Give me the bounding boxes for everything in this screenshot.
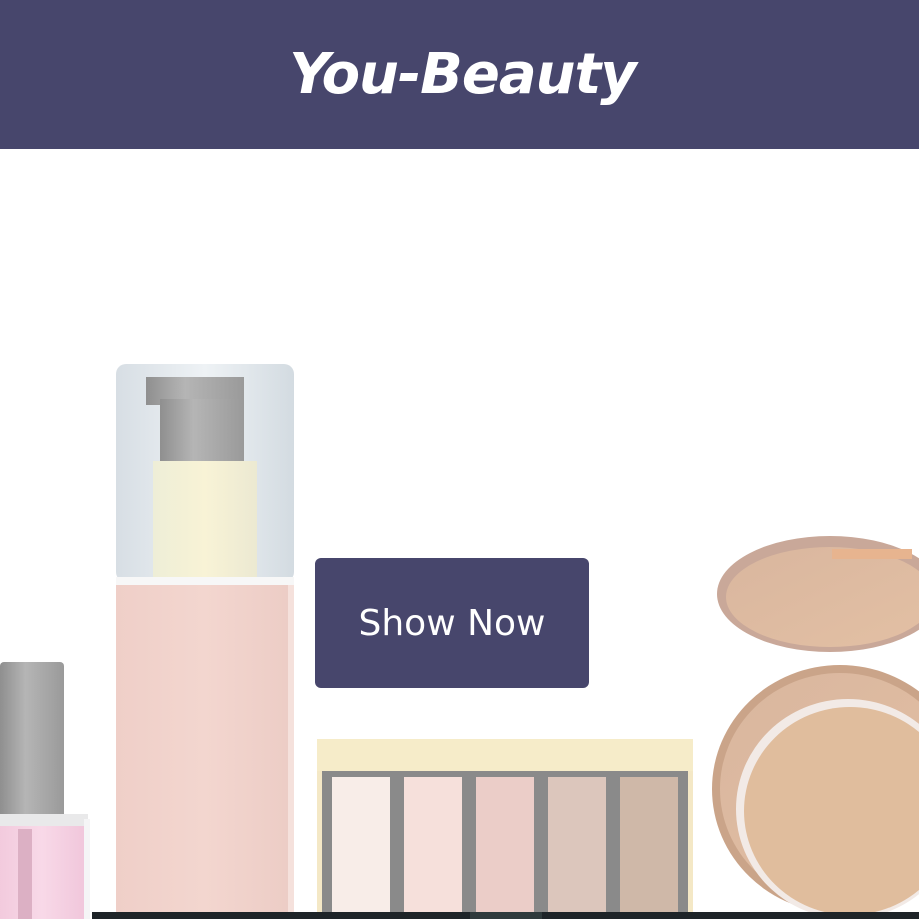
page: You-Beauty Show Now [0,0,919,919]
hero-banner [0,149,919,919]
compact-powder-icon [712,536,919,919]
site-header: You-Beauty [0,0,919,149]
show-now-button[interactable]: Show Now [315,558,589,688]
brand-logo-text[interactable]: You-Beauty [289,42,637,107]
scrollbar-thumb[interactable] [470,912,542,919]
foundation-bottle-icon [116,364,294,919]
eyeshadow-palette-icon [317,739,693,919]
nail-polish-icon [0,662,90,919]
hero-illustration [0,364,919,919]
